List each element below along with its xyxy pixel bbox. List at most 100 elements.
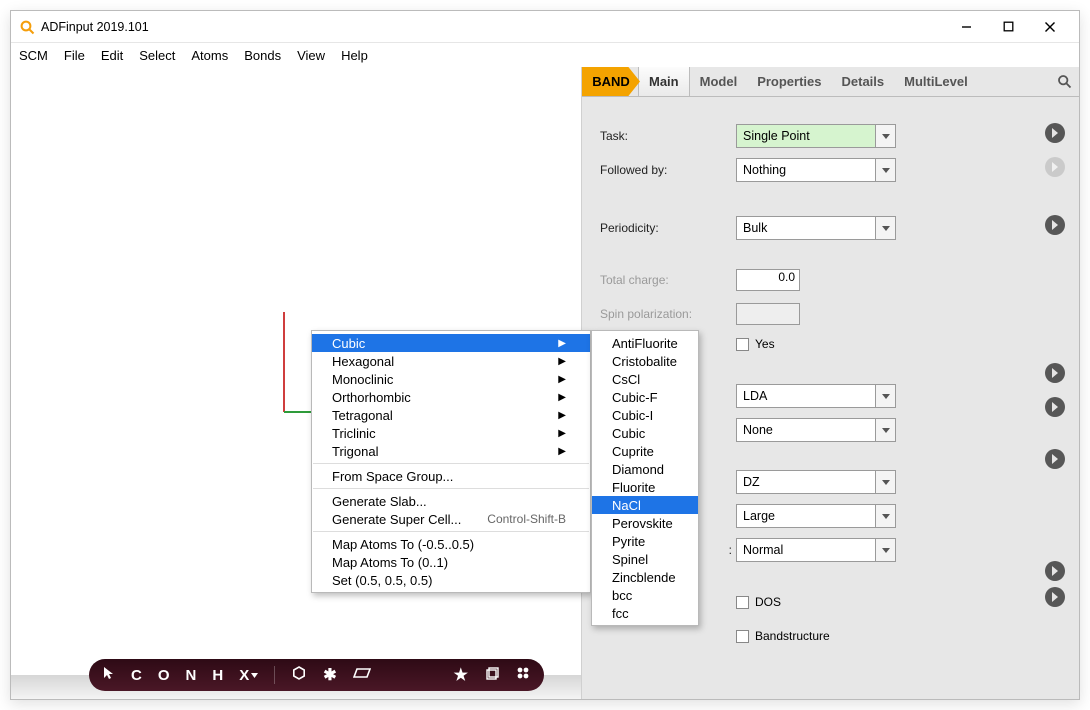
ctx-item-tetragonal[interactable]: Tetragonal▶ <box>312 406 590 424</box>
tool-dots-icon[interactable] <box>516 666 530 684</box>
tool-element-x-dropdown[interactable]: X <box>239 667 258 684</box>
tool-hexagon-icon[interactable] <box>291 665 307 685</box>
select-relativity[interactable]: None <box>736 418 896 442</box>
go-periodicity[interactable] <box>1045 215 1065 235</box>
ctx-item-cubic[interactable]: Cubic▶ <box>312 334 590 352</box>
ctx-cubic-item-bcc[interactable]: bcc <box>592 586 698 604</box>
select-relativity-value: None <box>743 423 773 437</box>
ctx-cubic-item-zincblende[interactable]: Zincblende <box>592 568 698 586</box>
ctx-cubic-item-cubic-f[interactable]: Cubic-F <box>592 388 698 406</box>
tool-element-o[interactable]: O <box>158 667 170 684</box>
go-task[interactable] <box>1045 123 1065 143</box>
tab-model[interactable]: Model <box>690 67 748 96</box>
select-basis[interactable]: DZ <box>736 470 896 494</box>
checkbox-bandstructure[interactable] <box>736 630 749 643</box>
tab-properties[interactable]: Properties <box>747 67 831 96</box>
tab-details[interactable]: Details <box>832 67 895 96</box>
ctx-item-set-fraction[interactable]: Set (0.5, 0.5, 0.5) <box>312 571 590 589</box>
ctx-item-generate-super-cell[interactable]: Generate Super Cell...Control-Shift-B <box>312 510 590 528</box>
ctx-cubic-item-fcc[interactable]: fcc <box>592 604 698 622</box>
shortcut-label: Control-Shift-B <box>487 512 566 526</box>
search-icon[interactable] <box>1049 67 1079 96</box>
ctx-cubic-item-pyrite[interactable]: Pyrite <box>592 532 698 550</box>
tool-element-c[interactable]: C <box>131 667 142 684</box>
menu-view[interactable]: View <box>297 48 325 63</box>
ctx-cubic-item-cubic-i[interactable]: Cubic-I <box>592 406 698 424</box>
axes-gizmo <box>276 302 316 422</box>
ctx-item-trigonal[interactable]: Trigonal▶ <box>312 442 590 460</box>
ctx-cubic-item-nacl[interactable]: NaCl <box>592 496 698 514</box>
caret-icon <box>875 217 895 239</box>
input-spin-polarization <box>736 303 800 325</box>
tool-star-icon[interactable]: ★ <box>454 665 468 685</box>
ctx-item-map-atoms-neg[interactable]: Map Atoms To (-0.5..0.5) <box>312 535 590 553</box>
menu-edit[interactable]: Edit <box>101 48 123 63</box>
caret-icon <box>875 419 895 441</box>
ctx-cubic-item-antifluorite[interactable]: AntiFluorite <box>592 334 698 352</box>
program-tab-band[interactable]: BAND <box>582 67 640 96</box>
tab-main[interactable]: Main <box>638 67 690 96</box>
menu-select[interactable]: Select <box>139 48 175 63</box>
tool-parallelogram-icon[interactable] <box>353 666 371 684</box>
menu-scm[interactable]: SCM <box>19 48 48 63</box>
go-dos[interactable] <box>1045 561 1065 581</box>
ctx-item-generate-slab[interactable]: Generate Slab... <box>312 492 590 510</box>
caret-icon <box>875 125 895 147</box>
select-core[interactable]: Large <box>736 504 896 528</box>
arrow-right-icon: ▶ <box>558 338 566 349</box>
caret-icon <box>875 505 895 527</box>
checkbox-dos[interactable] <box>736 596 749 609</box>
caret-icon <box>875 471 895 493</box>
checkbox-unrestricted[interactable] <box>736 338 749 351</box>
select-xc[interactable]: LDA <box>736 384 896 408</box>
arrow-right-icon: ▶ <box>558 392 566 403</box>
context-menu-crystal: Cubic▶ Hexagonal▶ Monoclinic▶ Orthorhomb… <box>311 330 591 593</box>
tool-element-n[interactable]: N <box>186 667 197 684</box>
label-unrestricted-yes: Yes <box>755 337 775 351</box>
ctx-cubic-item-perovskite[interactable]: Perovskite <box>592 514 698 532</box>
tool-element-h[interactable]: H <box>212 667 223 684</box>
select-xc-value: LDA <box>743 389 767 403</box>
menu-atoms[interactable]: Atoms <box>191 48 228 63</box>
tab-multilevel[interactable]: MultiLevel <box>894 67 978 96</box>
ctx-item-map-atoms-pos[interactable]: Map Atoms To (0..1) <box>312 553 590 571</box>
ctx-cubic-item-fluorite[interactable]: Fluorite <box>592 478 698 496</box>
element-toolbar: C O N H X ✱ ★ <box>89 659 544 691</box>
tool-pointer-icon[interactable] <box>103 666 115 684</box>
ctx-cubic-item-cuprite[interactable]: Cuprite <box>592 442 698 460</box>
ctx-item-from-space-group[interactable]: From Space Group... <box>312 467 590 485</box>
go-basis[interactable] <box>1045 449 1065 469</box>
ctx-cubic-item-spinel[interactable]: Spinel <box>592 550 698 568</box>
label-bandstructure: Bandstructure <box>755 629 830 643</box>
go-bandstructure[interactable] <box>1045 587 1065 607</box>
select-periodicity-value: Bulk <box>743 221 767 235</box>
go-relativity[interactable] <box>1045 397 1065 417</box>
maximize-button[interactable] <box>987 13 1029 41</box>
close-button[interactable] <box>1029 13 1071 41</box>
ctx-cubic-item-diamond[interactable]: Diamond <box>592 460 698 478</box>
ctx-item-hexagonal[interactable]: Hexagonal▶ <box>312 352 590 370</box>
ctx-item-triclinic[interactable]: Triclinic▶ <box>312 424 590 442</box>
select-task[interactable]: Single Point <box>736 124 896 148</box>
label-total-charge: Total charge: <box>600 273 736 287</box>
input-total-charge[interactable]: 0.0 <box>736 269 800 291</box>
go-xc[interactable] <box>1045 363 1065 383</box>
label-spin-polarization: Spin polarization: <box>600 307 736 321</box>
ctx-cubic-item-cubic[interactable]: Cubic <box>592 424 698 442</box>
select-followed-by[interactable]: Nothing <box>736 158 896 182</box>
tool-cube-icon[interactable] <box>484 665 500 685</box>
ctx-item-orthorhombic[interactable]: Orthorhombic▶ <box>312 388 590 406</box>
select-quality[interactable]: Normal <box>736 538 896 562</box>
tool-snowflake-icon[interactable]: ✱ <box>323 665 336 685</box>
select-followed-by-value: Nothing <box>743 163 786 177</box>
menu-help[interactable]: Help <box>341 48 368 63</box>
select-periodicity[interactable]: Bulk <box>736 216 896 240</box>
app-title: ADFinput 2019.101 <box>41 20 149 34</box>
menu-bonds[interactable]: Bonds <box>244 48 281 63</box>
arrow-right-icon: ▶ <box>558 374 566 385</box>
ctx-item-monoclinic[interactable]: Monoclinic▶ <box>312 370 590 388</box>
menu-file[interactable]: File <box>64 48 85 63</box>
ctx-cubic-item-cscl[interactable]: CsCl <box>592 370 698 388</box>
minimize-button[interactable] <box>945 13 987 41</box>
ctx-cubic-item-cristobalite[interactable]: Cristobalite <box>592 352 698 370</box>
